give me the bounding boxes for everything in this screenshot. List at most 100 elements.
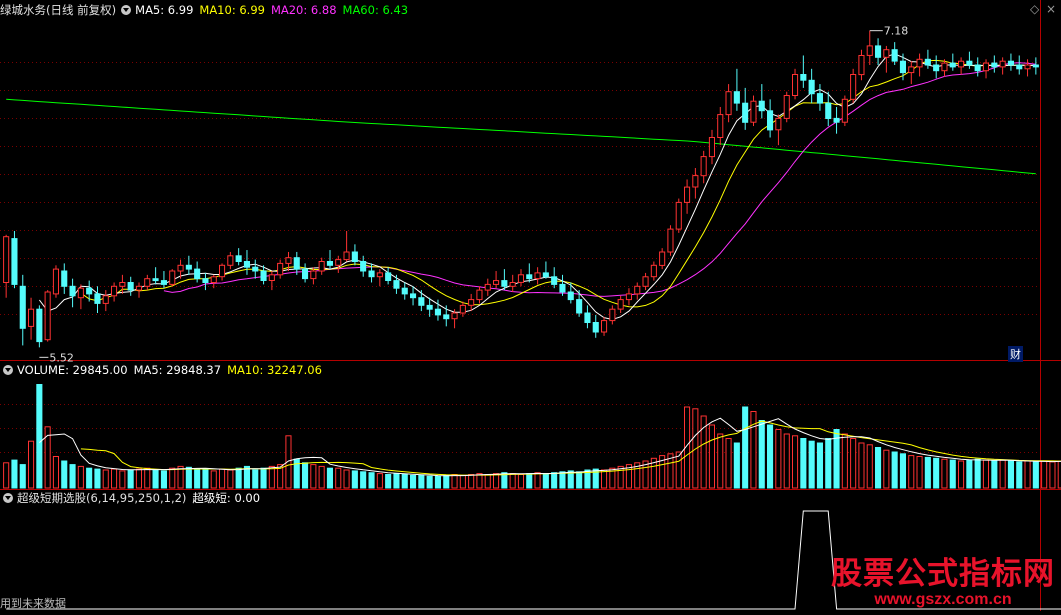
candle-body [410,293,417,299]
volume-bar [3,462,10,489]
candle-body [692,175,699,188]
candle-body [742,102,749,123]
watermark-url: www.gszx.com.cn [874,591,1012,608]
volume-bar [36,384,43,489]
volume-bar [816,442,824,489]
finance-badge[interactable]: 财 [1008,346,1023,362]
volume-bar [742,406,749,489]
volume-bar [899,453,907,489]
volume-bar [559,471,566,489]
candle-body [36,308,43,343]
volume-bar [401,474,408,489]
volume-bar [451,474,458,489]
volume-bar [825,438,832,489]
candle-body [1024,64,1031,70]
indicator-label: 超级短期选股(6,14,95,250,1,2) [17,491,187,505]
candle-body [875,45,882,58]
candle-body [210,276,217,283]
candle-body [135,285,142,291]
candle-body [982,62,990,72]
diamond-icon[interactable]: ◇ [1030,2,1039,16]
volume-bar [517,474,525,489]
volume-bar [368,472,375,489]
volume-bar [86,467,93,489]
candle-body [858,55,865,76]
candle-body [841,98,848,123]
volume-bar [808,440,815,489]
candle-body [11,238,18,285]
candle-body [584,312,591,323]
candle-body [808,79,815,95]
candle-body [559,283,566,293]
volume-bar [576,471,583,489]
candle-body [767,110,774,131]
candle-body [517,274,525,283]
vol-ma5-label: MA5: 29848.37 [133,363,222,377]
volume-bar [1041,460,1048,489]
ma60-line [6,98,1036,175]
volume-bar [974,458,981,489]
candle-body [542,272,549,278]
candle-body [119,282,126,287]
watermark-title: 股票公式指标网 [831,556,1055,592]
volume-bar [127,469,134,489]
candle-body [758,100,765,112]
volume-bar [924,456,931,489]
candle-body [501,280,508,287]
volume-bar [28,440,35,489]
candle-body [816,93,824,104]
volume-bar [252,469,259,489]
candle-body [285,257,292,264]
dropdown-icon[interactable] [3,492,13,503]
candle-body [202,278,209,284]
volume-bar [509,473,516,489]
candle-body [924,58,931,66]
candle-body [28,308,35,327]
volume-bar [459,474,466,489]
indicator-value: 超级短: 0.00 [192,491,261,505]
volume-bar [733,442,740,489]
candle-body [800,74,807,81]
volume-bar [351,470,358,489]
ma60-label: MA60: 6.43 [342,3,409,17]
volume-bar [111,468,118,489]
candle-body [534,272,541,280]
dropdown-icon[interactable] [3,364,13,375]
candle-body [966,60,973,66]
volume-bar [493,473,500,489]
candle-body [733,91,740,104]
volume-bar [1049,461,1056,489]
close-icon[interactable]: × [1046,2,1056,16]
candle-body [77,287,84,299]
candle-body [991,62,998,68]
volume-bar [750,411,757,489]
candle-body [958,60,965,68]
candle-body [343,251,350,261]
volume-bar [542,473,549,489]
dropdown-icon[interactable] [121,4,132,15]
volume-bar [434,475,441,489]
candle-body [94,293,101,304]
candle-body [949,62,956,68]
volume-bar [210,470,217,489]
volume-bar [775,429,782,489]
candle-body [708,137,716,158]
candle-body [443,314,450,320]
volume-bar [227,469,234,489]
candle-body [717,114,724,138]
chart-svg: 7.185.52 [0,0,1061,611]
volume-bar [792,435,799,489]
volume-bar [152,469,159,489]
volume-bar [410,474,417,489]
candle-body [933,64,940,72]
vol-ma10-label: MA10: 32247.06 [227,363,322,377]
volume-bar [243,465,250,489]
candle-body [44,291,51,341]
volume-bar [343,469,350,489]
volume-bar [800,438,807,489]
candle-body [260,270,267,281]
volume-bar [318,465,325,489]
candle-body [850,74,857,100]
stock-title: 绿城水务(日线 前复权) [0,3,117,17]
candle-body [61,270,68,287]
